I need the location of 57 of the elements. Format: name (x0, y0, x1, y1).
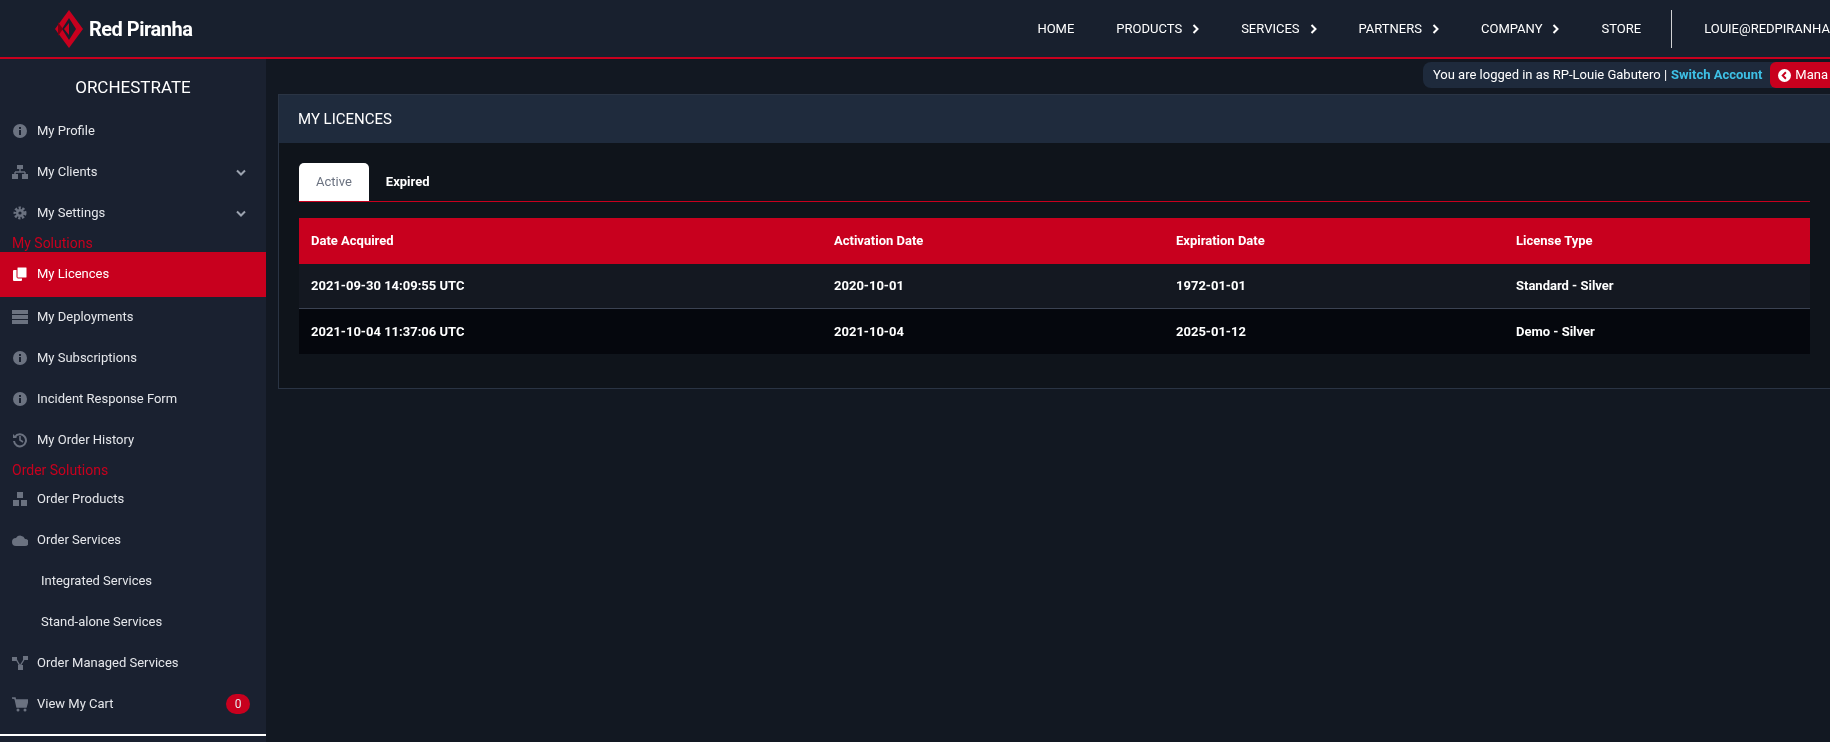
nav-link[interactable]: HOME (1016, 18, 1096, 39)
cart-count-badge: 0 (226, 694, 250, 714)
sidebar-item[interactable]: My Order History (0, 419, 266, 461)
table-cell-text: 2021-09-30 14:09:55 UTC (310, 277, 466, 296)
table-cell-text: 2020-10-01 (833, 277, 905, 296)
sidebar-item[interactable]: View My Cart 0 (0, 683, 266, 725)
sidebar-title: ORCHESTRATE (74, 76, 192, 99)
cart-icon (12, 696, 28, 712)
table-cell-text: 1972-01-01 (1175, 277, 1247, 296)
server-icon (12, 309, 28, 325)
sidebar-item[interactable]: Order Managed Services (0, 642, 266, 684)
network-icon (12, 164, 28, 180)
table-cell-text: Standard - Silver (1515, 277, 1615, 296)
info-icon (12, 350, 28, 366)
nav-link[interactable]: COMPANY (1460, 18, 1581, 39)
info-icon (12, 391, 28, 407)
column-header: Date Acquired (310, 232, 395, 251)
brand-name[interactable]: Red Piranha (89, 13, 193, 44)
sidebar-item[interactable]: Order Services (0, 519, 266, 561)
sidebar-item[interactable]: My Settings (0, 192, 266, 234)
column-header: Activation Date (833, 232, 925, 251)
chevron-left-circle-icon (1778, 68, 1792, 82)
login-status-text: You are logged in as RP-Louie Gabutero | (1432, 66, 1668, 85)
user-menu[interactable]: LOUIE@REDPIRANHA (1704, 18, 1830, 39)
sidebar-item[interactable]: My Clients (0, 151, 266, 193)
logo-icon (55, 9, 83, 48)
panel-title: MY LICENCES (298, 108, 392, 130)
nav-link[interactable]: PARTNERS (1337, 18, 1460, 39)
sidebar-item[interactable]: My Licences (0, 251, 266, 297)
switch-account-link[interactable]: Switch Account (1671, 65, 1763, 85)
nav-link[interactable]: STORE (1580, 18, 1663, 39)
table-cell-text: 2021-10-04 (833, 322, 905, 341)
sidebar-item[interactable]: Stand-alone Services (0, 601, 266, 643)
sidebar-item[interactable]: My Deployments (0, 296, 266, 338)
history-icon (12, 432, 28, 448)
sidebar-item[interactable]: Order Products (0, 478, 266, 520)
sidebar-section-heading: Order Solutions (11, 460, 110, 479)
table-cell-text: 2025-01-12 (1175, 322, 1247, 341)
tab[interactable]: Active (299, 163, 369, 201)
documents-icon (12, 266, 28, 282)
nav-link[interactable]: PRODUCTS (1095, 18, 1221, 39)
manage-button[interactable]: Mana (1770, 62, 1830, 88)
table-cell-text: Demo - Silver (1515, 322, 1596, 341)
column-header: Expiration Date (1175, 232, 1266, 251)
nav-link[interactable]: SERVICES (1220, 18, 1338, 39)
hierarchy-icon (12, 655, 28, 671)
sidebar-item[interactable]: My Profile (0, 110, 266, 152)
sidebar-item[interactable]: Incident Response Form (0, 378, 266, 420)
sidebar-section-heading: My Solutions (11, 233, 94, 252)
sidebar-item[interactable]: My Subscriptions (0, 337, 266, 379)
table-cell-text: 2021-10-04 11:37:06 UTC (310, 322, 466, 341)
tab[interactable]: Expired (368, 163, 447, 201)
column-header: License Type (1515, 232, 1594, 251)
sidebar-item[interactable]: Integrated Services (0, 560, 266, 602)
boxes-icon (12, 491, 28, 507)
info-icon (12, 123, 28, 139)
settings-icon (12, 205, 28, 221)
